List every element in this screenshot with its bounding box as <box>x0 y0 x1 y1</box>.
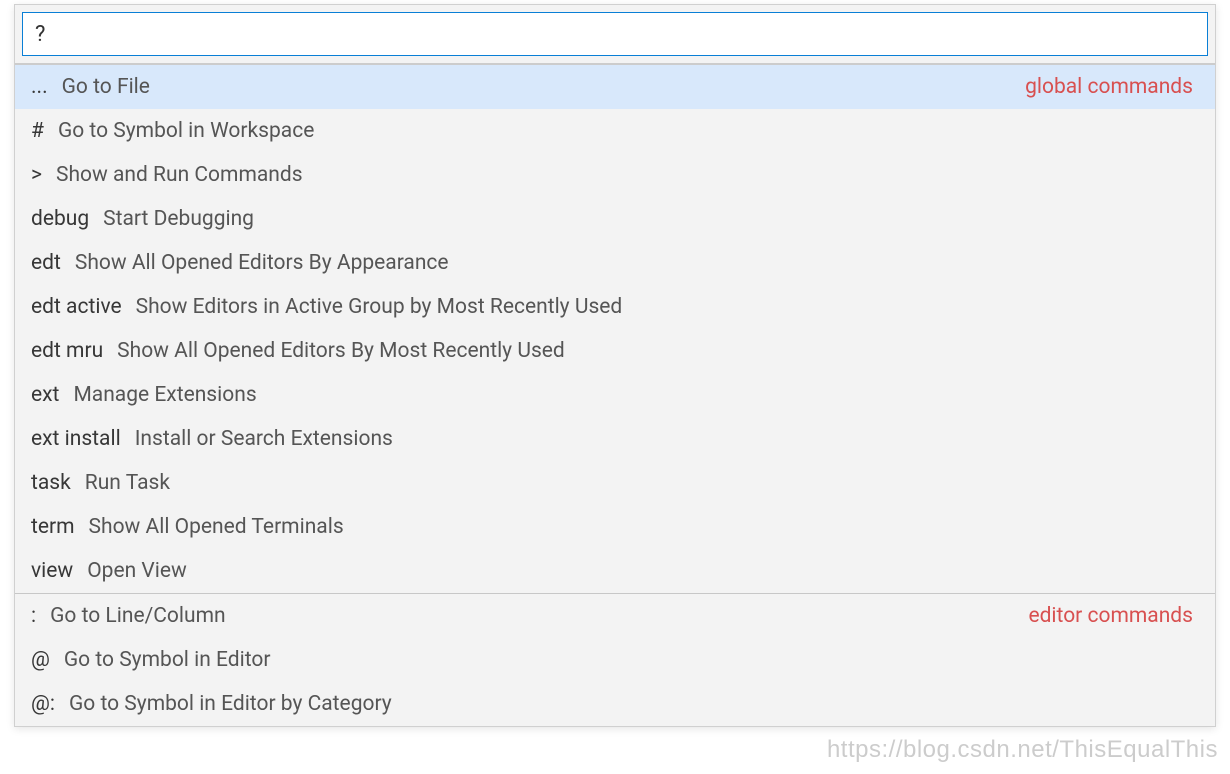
list-item[interactable]: ... Go to File global commands <box>15 65 1215 109</box>
command-label: Go to Symbol in Editor <box>64 648 271 672</box>
list-item[interactable]: edt Show All Opened Editors By Appearanc… <box>15 241 1215 285</box>
list-item[interactable]: > Show and Run Commands <box>15 153 1215 197</box>
command-prefix: ext install <box>31 427 121 451</box>
quick-picker: ... Go to File global commands # Go to S… <box>14 4 1216 727</box>
command-prefix: debug <box>31 207 89 231</box>
list-item[interactable]: task Run Task <box>15 461 1215 505</box>
command-label: Install or Search Extensions <box>135 427 393 451</box>
command-label: Go to Symbol in Workspace <box>58 119 314 143</box>
command-prefix: task <box>31 471 71 495</box>
group-label-global: global commands <box>1025 75 1199 99</box>
group-label-editor: editor commands <box>1028 604 1199 628</box>
search-wrapper <box>15 5 1215 63</box>
list-item[interactable]: term Show All Opened Terminals <box>15 505 1215 549</box>
command-prefix: @: <box>31 692 55 716</box>
list-item[interactable]: @: Go to Symbol in Editor by Category <box>15 682 1215 726</box>
command-prefix: ext <box>31 383 59 407</box>
command-label: Show and Run Commands <box>56 163 303 187</box>
list-item[interactable]: view Open View <box>15 549 1215 593</box>
command-label: Start Debugging <box>103 207 254 231</box>
command-label: Manage Extensions <box>73 383 256 407</box>
command-label: Show All Opened Editors By Appearance <box>75 251 449 275</box>
command-prefix: edt mru <box>31 339 103 363</box>
command-prefix: : <box>31 604 36 628</box>
command-label: Go to File <box>62 75 150 99</box>
editor-commands-list: : Go to Line/Column editor commands @ Go… <box>15 594 1215 726</box>
list-item[interactable]: @ Go to Symbol in Editor <box>15 638 1215 682</box>
list-item[interactable]: debug Start Debugging <box>15 197 1215 241</box>
list-item[interactable]: edt mru Show All Opened Editors By Most … <box>15 329 1215 373</box>
command-label: Go to Symbol in Editor by Category <box>69 692 392 716</box>
watermark: https://blog.csdn.net/ThisEqualThis <box>827 736 1218 764</box>
command-label: Show All Opened Terminals <box>89 515 344 539</box>
command-label: Go to Line/Column <box>50 604 226 628</box>
command-prefix: > <box>31 163 42 187</box>
list-item[interactable]: : Go to Line/Column editor commands <box>15 594 1215 638</box>
list-item[interactable]: # Go to Symbol in Workspace <box>15 109 1215 153</box>
command-prefix: # <box>31 119 44 143</box>
command-label: Show All Opened Editors By Most Recently… <box>117 339 565 363</box>
command-prefix: ... <box>31 75 48 99</box>
global-commands-list: ... Go to File global commands # Go to S… <box>15 65 1215 593</box>
list-item[interactable]: ext Manage Extensions <box>15 373 1215 417</box>
command-prefix: term <box>31 515 75 539</box>
list-item[interactable]: edt active Show Editors in Active Group … <box>15 285 1215 329</box>
list-item[interactable]: ext install Install or Search Extensions <box>15 417 1215 461</box>
command-prefix: edt active <box>31 295 122 319</box>
command-label: Run Task <box>85 471 170 495</box>
command-label: Show Editors in Active Group by Most Rec… <box>136 295 623 319</box>
command-prefix: edt <box>31 251 61 275</box>
command-label: Open View <box>87 559 187 583</box>
command-prefix: view <box>31 559 73 583</box>
quick-open-input[interactable] <box>22 12 1208 56</box>
command-prefix: @ <box>31 648 50 672</box>
